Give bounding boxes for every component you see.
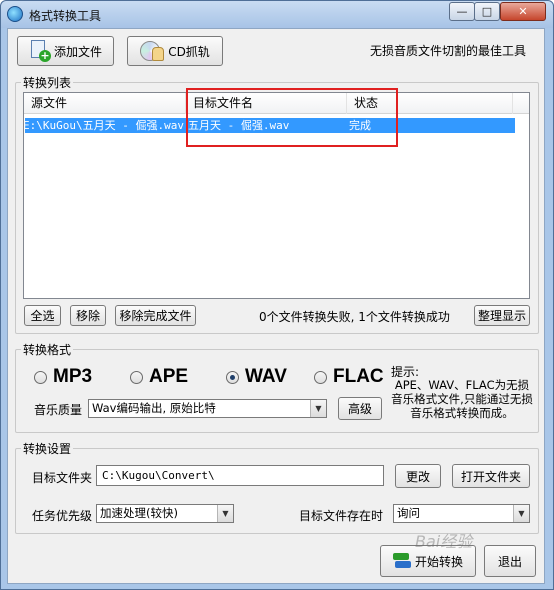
chevron-down-icon[interactable]: ▼	[310, 400, 326, 417]
radio-dot	[34, 370, 47, 384]
radio-ape-label: APE	[149, 366, 189, 387]
advanced-button[interactable]: 高级	[338, 397, 382, 420]
radio-wav-label: WAV	[245, 366, 287, 387]
add-file-button[interactable]: + 添加文件	[17, 36, 114, 66]
remove-done-button[interactable]: 移除完成文件	[115, 305, 196, 326]
quality-select[interactable]: Wav编码输出, 原始比特 ▼	[88, 399, 327, 418]
priority-select[interactable]: 加速处理(较快) ▼	[96, 504, 234, 523]
hint-text: APE、WAV、FLAC为无损音乐格式文件,只能通过无损音乐格式转换而成。	[391, 378, 533, 420]
exists-value: 询问	[397, 506, 420, 520]
priority-value: 加速处理(较快)	[100, 506, 178, 520]
radio-mp3-label: MP3	[53, 366, 93, 387]
minimize-button[interactable]: —	[449, 2, 475, 21]
start-convert-label: 开始转换	[414, 554, 463, 569]
maximize-button[interactable]: □	[474, 2, 500, 21]
exit-button[interactable]: 退出	[484, 545, 536, 577]
close-button[interactable]: ✕	[500, 2, 546, 21]
settings-group-label: 转换设置	[21, 440, 74, 457]
exists-label: 目标文件存在时	[299, 509, 384, 523]
quality-value: Wav编码输出, 原始比特	[92, 401, 216, 415]
radio-mp3[interactable]: MP3	[34, 366, 92, 388]
cd-rip-label: CD抓轨	[168, 44, 210, 59]
conversion-list-label: 转换列表	[21, 74, 74, 91]
add-file-label: 添加文件	[53, 44, 102, 59]
open-folder-button[interactable]: 打开文件夹	[452, 464, 530, 488]
app-icon	[7, 6, 23, 22]
radio-wav[interactable]: WAV	[226, 366, 287, 388]
add-file-icon: +	[29, 40, 51, 62]
start-convert-icon	[392, 552, 411, 570]
start-convert-button[interactable]: 开始转换	[380, 545, 476, 577]
exists-select[interactable]: 询问 ▼	[393, 504, 530, 523]
radio-dot-selected	[226, 370, 239, 384]
cell-source: E:\KuGou\五月天 - 倔强.wav	[23, 119, 184, 132]
window-title: 格式转换工具	[29, 9, 102, 23]
radio-dot	[130, 370, 143, 384]
radio-dot	[314, 370, 327, 384]
cd-rip-button[interactable]: CD抓轨	[127, 36, 223, 66]
chevron-down-icon[interactable]: ▼	[513, 505, 529, 522]
radio-flac[interactable]: FLAC	[314, 366, 384, 388]
column-source[interactable]: 源文件	[24, 93, 186, 114]
conversion-summary: 0个文件转换失败, 1个文件转换成功	[259, 310, 450, 324]
format-group-label: 转换格式	[21, 341, 74, 358]
remove-button[interactable]: 移除	[70, 305, 106, 326]
radio-flac-label: FLAC	[333, 366, 384, 387]
tidy-display-button[interactable]: 整理显示	[474, 305, 530, 326]
title-bar: 格式转换工具 — □ ✕	[1, 1, 553, 28]
radio-ape[interactable]: APE	[130, 366, 188, 388]
cd-icon	[140, 39, 166, 63]
target-folder-input[interactable]: C:\Kugou\Convert\	[96, 465, 384, 486]
select-all-button[interactable]: 全选	[24, 305, 61, 326]
quality-label: 音乐质量	[34, 403, 83, 417]
priority-label: 任务优先级	[32, 509, 93, 523]
change-button[interactable]: 更改	[395, 464, 441, 488]
slogan: 无损音质文件切割的最佳工具	[370, 44, 527, 58]
target-folder-label: 目标文件夹	[32, 471, 93, 485]
chevron-down-icon[interactable]: ▼	[217, 505, 233, 522]
highlight-annotation	[186, 88, 398, 147]
